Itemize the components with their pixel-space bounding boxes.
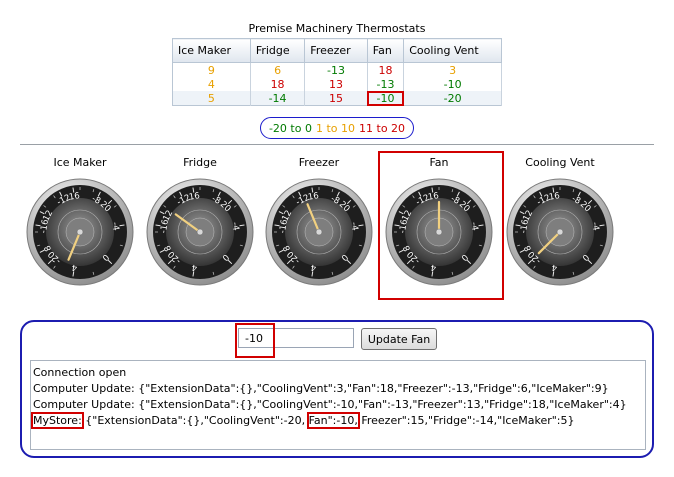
table-cell: -13	[304, 62, 368, 77]
log-line: Computer Update: {"ExtensionData":{},"Co…	[33, 398, 627, 411]
table-cell: 5	[172, 91, 251, 106]
table-cell: 15	[304, 91, 368, 106]
color-legend: -20 to 0 1 to 10 11 to 20	[260, 117, 414, 139]
table-cell: 6	[250, 62, 306, 77]
thermostat-table: Ice Maker Fridge Freezer Fan Cooling Ven…	[172, 38, 502, 106]
svg-text:-4: -4	[229, 221, 240, 231]
update-fan-button[interactable]: Update Fan	[361, 328, 437, 350]
svg-text:-4: -4	[468, 221, 479, 231]
log-text: {"ExtensionData":{},"CoolingVent":-20,	[81, 414, 309, 427]
table-title: Premise Machinery Thermostats	[248, 22, 426, 35]
divider	[20, 144, 654, 145]
legend-green-range: -20 to 0	[268, 121, 312, 135]
svg-text:-4: -4	[589, 221, 600, 231]
message-log[interactable]: Connection open Computer Update: {"Exten…	[30, 360, 646, 450]
col-header-ice-maker[interactable]: Ice Maker	[172, 38, 251, 63]
table-cell: 18	[367, 62, 405, 77]
col-header-cooling-vent[interactable]: Cooling Vent	[403, 38, 502, 63]
table-row[interactable]: 5 -14 15 -10 -20	[172, 91, 502, 106]
col-header-fridge[interactable]: Fridge	[250, 38, 306, 63]
gauge-cooling-vent: -20-16-12 -8-4048121620	[506, 178, 614, 286]
table-cell: 3	[403, 62, 502, 77]
gauge-fan: -20-16-12 -8-4048121620	[385, 178, 493, 286]
svg-text:16: 16	[307, 191, 319, 203]
table-cell: -20	[403, 91, 502, 106]
log-line: Computer Update: {"ExtensionData":{},"Co…	[33, 382, 609, 395]
svg-text:16: 16	[188, 191, 200, 203]
table-cell: 4	[172, 77, 251, 91]
svg-text:16: 16	[548, 191, 560, 203]
col-header-freezer[interactable]: Freezer	[304, 38, 368, 63]
table-header-row: Ice Maker Fridge Freezer Fan Cooling Ven…	[172, 38, 502, 63]
legend-red-range: 11 to 20	[359, 121, 406, 135]
gauge-label-cooling-vent: Cooling Vent	[525, 156, 595, 169]
gauge-freezer: -20-16-12 -8-4048121620	[265, 178, 373, 286]
svg-text:-4: -4	[109, 221, 120, 231]
table-cell: -14	[250, 91, 306, 106]
svg-text:16: 16	[68, 191, 80, 203]
table-row[interactable]: 9 6 -13 18 3	[172, 62, 502, 77]
table-cell: 18	[250, 77, 306, 91]
table-cell: -10	[403, 77, 502, 91]
table-cell-fan-highlighted: -10	[367, 91, 405, 106]
table-cell: 9	[172, 62, 251, 77]
table-row[interactable]: 4 18 13 -13 -10	[172, 77, 502, 91]
gauge-fridge: -20-16-12 -8-4048121620	[146, 178, 254, 286]
gauge-label-ice-maker: Ice Maker	[53, 156, 107, 169]
legend-orange-range: 1 to 10	[315, 121, 356, 135]
log-line-mystore: MyStore: {"ExtensionData":{},"CoolingVen…	[31, 412, 645, 429]
gauge-label-freezer: Freezer	[298, 156, 340, 169]
gauge-label-fridge: Fridge	[183, 156, 217, 169]
svg-text:-4: -4	[348, 221, 359, 231]
gauge-ice-maker: -20-16-12 -8-4048121620	[26, 178, 134, 286]
fan-value-highlight: Fan":-10,	[306, 412, 360, 429]
log-text: Freezer":15,"Fridge":-14,"IceMaker":5}	[357, 414, 575, 427]
gauge-label-fan: Fan	[429, 156, 449, 169]
table-cell: 13	[304, 77, 368, 91]
input-highlight	[235, 323, 275, 358]
svg-text:16: 16	[427, 191, 439, 203]
mystore-label-highlight: MyStore:	[31, 412, 84, 429]
log-line: Connection open	[33, 366, 127, 379]
col-header-fan[interactable]: Fan	[367, 38, 405, 63]
table-cell: -13	[367, 77, 405, 91]
